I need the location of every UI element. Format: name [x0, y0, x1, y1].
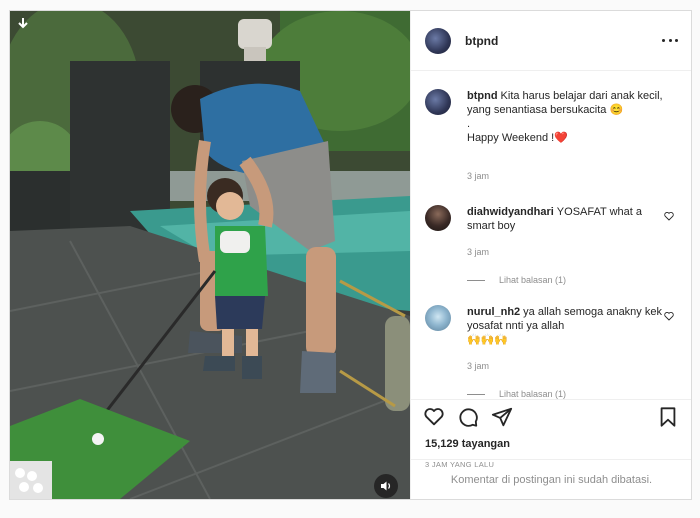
caption-username[interactable]: btpnd	[467, 90, 498, 102]
comments-disabled-notice: Komentar di postingan ini sudah dibatasi…	[411, 459, 691, 499]
avatar[interactable]	[425, 205, 451, 231]
bookmark-icon[interactable]	[657, 406, 679, 428]
speaker-icon	[381, 481, 391, 491]
video-frame	[10, 11, 410, 499]
comment-like-heart-icon[interactable]	[664, 311, 674, 321]
view-replies-button[interactable]: Lihat balasan (1)	[467, 275, 566, 285]
view-count[interactable]: 15,129 tayangan	[425, 438, 510, 450]
comment-emoji: 🙌🙌🙌	[467, 334, 509, 346]
avatar[interactable]	[425, 89, 451, 115]
download-icon[interactable]	[16, 17, 30, 31]
post-sidebar: btpnd btpnd Kita harus belajar dari anak …	[410, 11, 691, 499]
view-replies-label: Lihat balasan (1)	[499, 389, 567, 399]
author-username[interactable]: btpnd	[465, 34, 498, 48]
comment-username[interactable]: nurul_nh2	[467, 306, 520, 318]
comments-list: btpnd Kita harus belajar dari anak kecil,…	[411, 71, 691, 399]
view-replies-label: Lihat balasan (1)	[499, 275, 567, 285]
caption: btpnd Kita harus belajar dari anak kecil,…	[425, 89, 680, 199]
more-icon[interactable]	[662, 33, 678, 47]
view-replies-button[interactable]: Lihat balasan (1)	[467, 389, 566, 399]
comment-icon[interactable]	[457, 406, 479, 428]
comment-time: 3 jam	[467, 361, 490, 371]
avatar[interactable]	[425, 28, 451, 54]
share-icon[interactable]	[491, 406, 513, 428]
avatar[interactable]	[425, 305, 451, 331]
post-dialog: btpnd btpnd Kita harus belajar dari anak …	[9, 10, 692, 500]
heart-icon[interactable]	[423, 406, 445, 428]
comment-body: nurul_nh2 ya allah semoga anakny kek yosa…	[467, 305, 667, 347]
comment-like-heart-icon[interactable]	[664, 211, 674, 221]
comment-username[interactable]: diahwidyandhari	[467, 206, 554, 218]
caption-body: btpnd Kita harus belajar dari anak kecil,…	[467, 89, 667, 145]
audio-toggle-button[interactable]	[374, 474, 398, 498]
comment-item: diahwidyandhari YOSAFAT what a smart boy …	[425, 205, 680, 295]
comment-item: nurul_nh2 ya allah semoga anakny kek yosa…	[425, 305, 680, 399]
post-video[interactable]	[10, 11, 410, 499]
caption-dot: .	[467, 118, 471, 130]
comment-body: diahwidyandhari YOSAFAT what a smart boy	[467, 205, 667, 233]
comment-time: 3 jam	[467, 247, 490, 257]
post-header: btpnd	[411, 11, 691, 71]
caption-time: 3 jam	[467, 171, 490, 181]
caption-line2: Happy Weekend !❤️	[467, 132, 568, 144]
